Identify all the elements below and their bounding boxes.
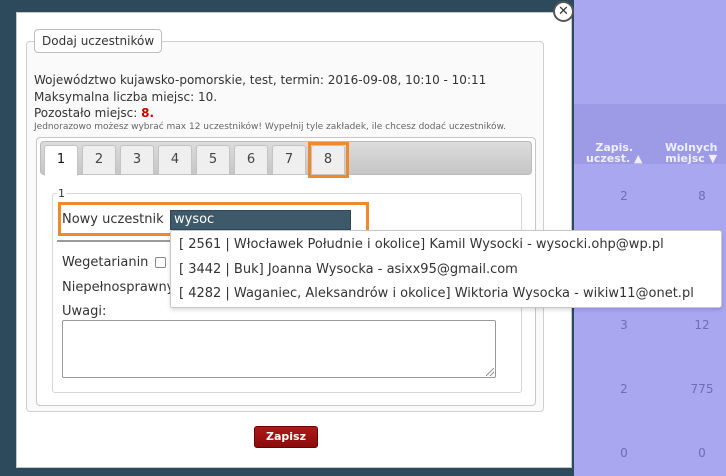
table-cell: 2 [620,189,628,203]
tab-3[interactable]: 3 [120,145,154,175]
close-icon[interactable]: ✕ [553,1,574,22]
tab-6[interactable]: 6 [234,145,268,175]
divider [57,240,177,242]
column-header-free-line2: miejsc ▼ [665,152,718,165]
table-cell: 775 [690,382,714,396]
autocomplete-option[interactable]: [ 4282 | Waganiec, Aleksandrów i okolice… [179,286,694,301]
remarks-textarea[interactable] [62,320,496,378]
autocomplete-option[interactable]: [ 2561 | Włocławek Południe i okolice] K… [179,237,664,252]
limit-note: Jednorazowo możesz wybrać max 12 uczestn… [34,122,506,132]
vegetarian-label: Wegetarianin [62,255,149,270]
max-seats-info: Maksymalna liczba miejsc: 10. [34,90,218,104]
participant-legend: 1 [57,187,66,200]
column-header-free[interactable]: Wolnych miejsc ▼ [665,142,717,164]
remaining-seats-info: Pozostało miejsc: 8. [34,106,154,120]
remarks-label: Uwagi: [62,304,107,319]
remaining-seats-value: 8. [141,106,155,120]
table-cell: 0 [620,446,628,460]
tab-8-highlight [308,142,349,178]
autocomplete-dropdown: [ 2561 | Włocławek Południe i okolice] K… [170,230,722,308]
tab-1[interactable]: 1 [44,145,78,176]
tab-7[interactable]: 7 [272,145,306,175]
table-cell: 0 [698,446,706,460]
modal-legend: Dodaj uczestników [34,29,163,53]
table-cell: 2 [620,382,628,396]
column-header-registered-line2: uczest. ▲ [586,152,643,165]
vegetarian-checkbox[interactable] [155,257,166,268]
autocomplete-option[interactable]: [ 3442 | Buk] Joanna Wysocka - asixx95@g… [179,262,518,277]
disabled-label: Niepełnosprawny [62,280,175,295]
resize-grip-icon[interactable] [486,368,494,376]
table-cell: 12 [694,318,710,332]
save-button[interactable]: Zapisz [254,426,318,448]
table-cell: 3 [620,318,628,332]
tab-2[interactable]: 2 [82,145,116,175]
column-header-registered[interactable]: Zapis. uczest. ▲ [586,142,643,164]
tab-5[interactable]: 5 [196,145,230,175]
table-cell: 8 [698,189,706,203]
event-info: Województwo kujawsko-pomorskie, test, te… [34,73,487,87]
tab-4[interactable]: 4 [158,145,192,175]
remaining-seats-label: Pozostało miejsc: [34,106,142,120]
